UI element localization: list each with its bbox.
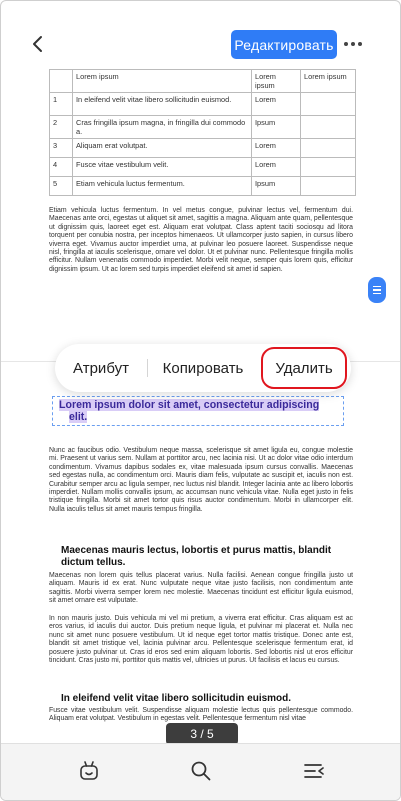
scroll-handle[interactable] xyxy=(368,277,386,303)
table-cell: 4 xyxy=(49,157,73,177)
table-cell xyxy=(300,176,356,196)
table-header-cell: Lorem ipsum xyxy=(300,69,356,93)
table-header-cell xyxy=(49,69,73,93)
table-row: 4 Fusce vitae vestibulum velit. Lorem xyxy=(49,157,356,177)
table-cell: Lorem xyxy=(251,157,301,177)
top-bar: Редактировать xyxy=(1,1,400,65)
table-row: 5 Etiam vehicula luctus fermentum. Ipsum xyxy=(49,176,356,196)
app-frame: Редактировать Lorem ipsum Lorem ipsum Lo… xyxy=(0,0,401,801)
assistant-button[interactable] xyxy=(77,759,101,783)
table-cell xyxy=(300,92,356,116)
table-cell: Ipsum xyxy=(251,115,301,139)
table-cell xyxy=(300,115,356,139)
outline-list-icon xyxy=(304,764,324,778)
page2-paragraph: Maecenas non lorem quis tellus placerat … xyxy=(49,572,353,605)
selected-title-line1: Lorem ipsum dolor sit amet, consectetur … xyxy=(59,399,320,411)
more-options-button[interactable] xyxy=(344,35,368,53)
text-selection-box[interactable]: Lorem ipsum dolor sit amet, consectetur … xyxy=(52,396,344,426)
more-dot xyxy=(351,42,355,46)
table-cell: Fusce vitae vestibulum velit. xyxy=(72,157,252,177)
scroll-handle-icon xyxy=(373,285,381,288)
section-heading: Maecenas mauris lectus, lobortis et puru… xyxy=(61,545,332,568)
table-cell: Lorem xyxy=(251,138,301,158)
table-cell: In eleifend velit vitae libero sollicitu… xyxy=(72,92,252,116)
page-indicator: 3 / 5 xyxy=(166,723,238,745)
page2-paragraph: In non mauris justo. Duis vehicula mi ve… xyxy=(49,615,353,665)
bottom-toolbar xyxy=(1,743,400,800)
document-table: Lorem ipsum Lorem ipsum Lorem ipsum 1 In… xyxy=(49,69,356,196)
attribute-button[interactable]: Атрибут xyxy=(55,344,147,392)
more-dot xyxy=(358,42,362,46)
document-page-1: Lorem ipsum Lorem ipsum Lorem ipsum 1 In… xyxy=(31,65,371,360)
table-cell: Etiam vehicula luctus fermentum. xyxy=(72,176,252,196)
table-cell: 3 xyxy=(49,138,73,158)
table-row: 1 In eleifend velit vitae libero sollici… xyxy=(49,92,356,116)
edit-button[interactable]: Редактировать xyxy=(231,30,337,59)
back-button[interactable] xyxy=(29,31,47,57)
search-icon xyxy=(191,761,211,781)
section-heading: In eleifend velit vitae libero sollicitu… xyxy=(61,693,292,704)
table-cell: 2 xyxy=(49,115,73,139)
selected-title: Lorem ipsum dolor sit amet, consectetur … xyxy=(59,399,339,423)
table-cell: Ipsum xyxy=(251,176,301,196)
table-header-cell: Lorem ipsum xyxy=(72,69,252,93)
table-row: 3 Aliquam erat volutpat. Lorem xyxy=(49,138,356,158)
table-header-row: Lorem ipsum Lorem ipsum Lorem ipsum xyxy=(49,69,356,93)
assistant-icon xyxy=(80,761,98,780)
selected-title-line2: elit. xyxy=(69,411,88,423)
page2-paragraph: Nunc ac faucibus odio. Vestibulum neque … xyxy=(49,447,353,513)
context-menu: Атрибут Копировать Удалить xyxy=(55,344,351,392)
table-cell xyxy=(300,157,356,177)
table-row: 2 Cras fringilla ipsum magna, in fringil… xyxy=(49,115,356,139)
scroll-handle-line xyxy=(373,289,381,291)
table-cell: 5 xyxy=(49,176,73,196)
page2-paragraph: Fusce vitae vestibulum velit. Suspendiss… xyxy=(49,707,353,723)
page1-paragraph: Etiam vehicula luctus fermentum. In vel … xyxy=(49,207,353,273)
table-header-cell: Lorem ipsum xyxy=(251,69,301,93)
chevron-left-icon xyxy=(33,36,42,52)
scroll-handle-line xyxy=(373,292,381,295)
search-button[interactable] xyxy=(189,759,213,783)
table-cell: Lorem xyxy=(251,92,301,116)
copy-button[interactable]: Копировать xyxy=(148,344,258,392)
outline-button[interactable] xyxy=(302,759,326,783)
table-cell: Aliquam erat volutpat. xyxy=(72,138,252,158)
more-dots-icon xyxy=(344,42,348,46)
table-cell xyxy=(300,138,356,158)
table-cell: 1 xyxy=(49,92,73,116)
document-page-2: Lorem ipsum dolor sit amet, consectetur … xyxy=(31,393,371,723)
delete-button[interactable]: Удалить xyxy=(261,347,347,389)
table-cell: Cras fringilla ipsum magna, in fringilla… xyxy=(72,115,252,139)
